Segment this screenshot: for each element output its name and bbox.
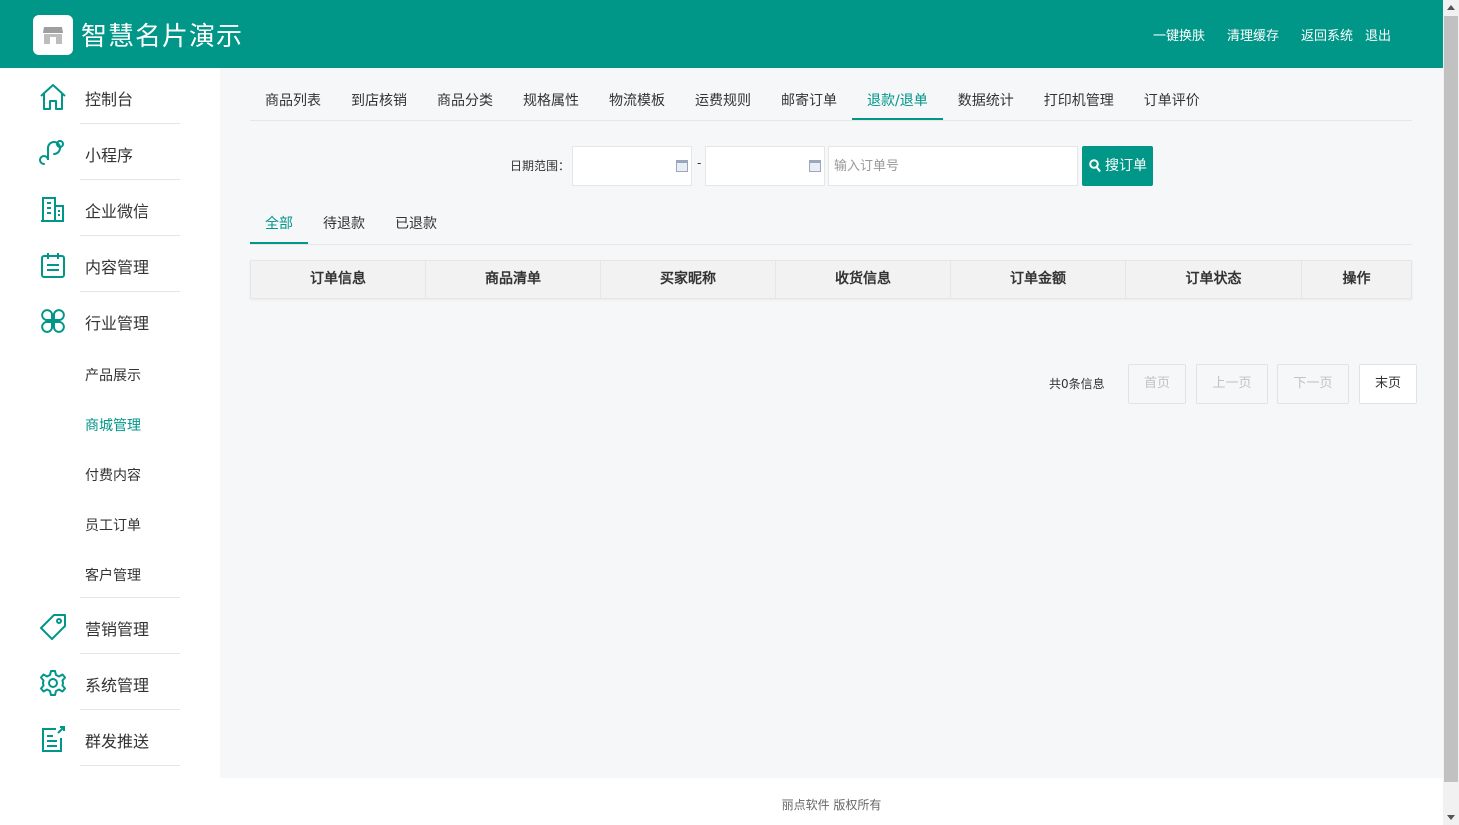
sidebar-item-dashboard[interactable]: 控制台 <box>0 68 220 124</box>
date-separator: - <box>697 156 702 170</box>
sidebar-item-content[interactable]: 内容管理 <box>0 236 220 292</box>
vertical-scrollbar[interactable] <box>1443 0 1459 825</box>
calendar-icon <box>809 160 821 172</box>
sidebar-item-industry[interactable]: 行业管理 <box>0 292 220 348</box>
subtab-pending-refund[interactable]: 待退款 <box>308 205 380 244</box>
main-content: 商品列表 到店核销 商品分类 规格属性 物流模板 运费规则 邮寄订单 退款/退单… <box>220 68 1443 778</box>
sidebar-item-label: 系统管理 <box>85 676 150 695</box>
order-number-input[interactable] <box>828 146 1078 186</box>
record-count: 共0条信息 <box>1049 377 1105 391</box>
tab-logistics-template[interactable]: 物流模板 <box>594 86 680 120</box>
tab-refunds[interactable]: 退款/退单 <box>852 86 943 120</box>
subtab-all[interactable]: 全部 <box>250 205 308 244</box>
edit-document-icon <box>42 726 65 752</box>
search-bar: 日期范围： - 搜订单 <box>220 146 1443 186</box>
clear-cache-link[interactable]: 清理缓存 <box>1227 25 1279 44</box>
logo <box>33 15 73 55</box>
tag-icon <box>40 614 66 640</box>
gear-icon <box>40 670 66 696</box>
end-date-input[interactable] <box>705 146 825 186</box>
sidebar-item-label: 内容管理 <box>85 258 150 277</box>
search-icon <box>1089 159 1101 173</box>
column-header: 订单状态 <box>1126 261 1302 298</box>
sidebar-item-push[interactable]: 群发推送 <box>0 710 220 766</box>
sidebar-subitem-mall[interactable]: 商城管理 <box>85 415 141 435</box>
sidebar-item-label: 小程序 <box>85 146 134 165</box>
sidebar-subitem-paid-content[interactable]: 付费内容 <box>85 465 141 485</box>
subtab-refunded[interactable]: 已退款 <box>380 205 452 244</box>
tab-product-category[interactable]: 商品分类 <box>422 86 508 120</box>
column-header: 收货信息 <box>776 261 951 298</box>
scroll-down-arrow[interactable] <box>1447 815 1455 820</box>
tab-spec-attributes[interactable]: 规格属性 <box>508 86 594 120</box>
column-header: 订单金额 <box>951 261 1126 298</box>
sidebar-item-system[interactable]: 系统管理 <box>0 654 220 710</box>
sidebar-item-label: 营销管理 <box>85 620 150 639</box>
brand-title: 智慧名片演示 <box>81 22 244 52</box>
mall-tabs: 商品列表 到店核销 商品分类 规格属性 物流模板 运费规则 邮寄订单 退款/退单… <box>250 86 1412 121</box>
top-header: 智慧名片演示 一键换肤 清理缓存 返回系统 退出 <box>0 0 1443 68</box>
tab-mail-orders[interactable]: 邮寄订单 <box>766 86 852 120</box>
date-range-label: 日期范围： <box>510 159 571 173</box>
divider <box>80 765 180 766</box>
next-page-button[interactable]: 下一页 <box>1277 364 1349 404</box>
column-header: 买家昵称 <box>601 261 776 298</box>
building-icon <box>41 197 64 222</box>
tab-product-list[interactable]: 商品列表 <box>250 86 336 120</box>
sidebar-subitem-customers[interactable]: 客户管理 <box>85 565 141 585</box>
back-to-system-link[interactable]: 返回系统 <box>1301 25 1353 44</box>
tab-order-reviews[interactable]: 订单评价 <box>1129 86 1215 120</box>
sidebar-item-miniprogram[interactable]: 小程序 <box>0 124 220 180</box>
sidebar-item-label: 控制台 <box>85 90 134 109</box>
sidebar: 控制台 小程序 企业微信 内容管理 行业管理 产品展示 商城管理 付费内容 员工… <box>0 68 220 825</box>
sidebar-item-enterprise-wechat[interactable]: 企业微信 <box>0 180 220 236</box>
start-date-input[interactable] <box>572 146 692 186</box>
refund-status-tabs: 全部 待退款 已退款 <box>250 205 1412 245</box>
sidebar-subitem-staff-orders[interactable]: 员工订单 <box>85 515 141 535</box>
tab-printer-management[interactable]: 打印机管理 <box>1029 86 1129 120</box>
scroll-thumb[interactable] <box>1444 16 1458 782</box>
last-page-button[interactable]: 末页 <box>1359 364 1417 404</box>
store-icon <box>43 27 63 44</box>
sidebar-subitem-products[interactable]: 产品展示 <box>85 365 141 385</box>
calendar-icon <box>41 253 65 278</box>
sidebar-item-marketing[interactable]: 营销管理 <box>0 598 220 654</box>
clover-icon <box>41 309 65 333</box>
miniprogram-icon <box>39 140 64 165</box>
sidebar-item-label: 企业微信 <box>85 202 150 221</box>
orders-table-header: 订单信息 商品清单 买家昵称 收货信息 订单金额 订单状态 操作 <box>250 260 1412 299</box>
sidebar-item-label: 群发推送 <box>85 732 150 751</box>
tab-shipping-rules[interactable]: 运费规则 <box>680 86 766 120</box>
logout-link[interactable]: 退出 <box>1365 25 1391 44</box>
column-header: 订单信息 <box>251 261 426 298</box>
top-links: 一键换肤 清理缓存 返回系统 退出 <box>1153 25 1391 44</box>
home-icon <box>40 84 66 110</box>
sidebar-item-label: 行业管理 <box>85 314 150 333</box>
tab-statistics[interactable]: 数据统计 <box>943 86 1029 120</box>
prev-page-button[interactable]: 上一页 <box>1196 364 1268 404</box>
footer-copyright: 丽点软件 版权所有 <box>220 778 1443 825</box>
scroll-up-arrow[interactable] <box>1447 5 1455 10</box>
search-order-button[interactable]: 搜订单 <box>1082 146 1153 186</box>
column-header: 操作 <box>1342 271 1371 287</box>
calendar-icon <box>676 160 688 172</box>
tab-store-verify[interactable]: 到店核销 <box>336 86 422 120</box>
column-header: 商品清单 <box>426 261 601 298</box>
skin-switch-link[interactable]: 一键换肤 <box>1153 25 1205 44</box>
search-button-label: 搜订单 <box>1105 158 1147 174</box>
first-page-button[interactable]: 首页 <box>1128 364 1186 404</box>
